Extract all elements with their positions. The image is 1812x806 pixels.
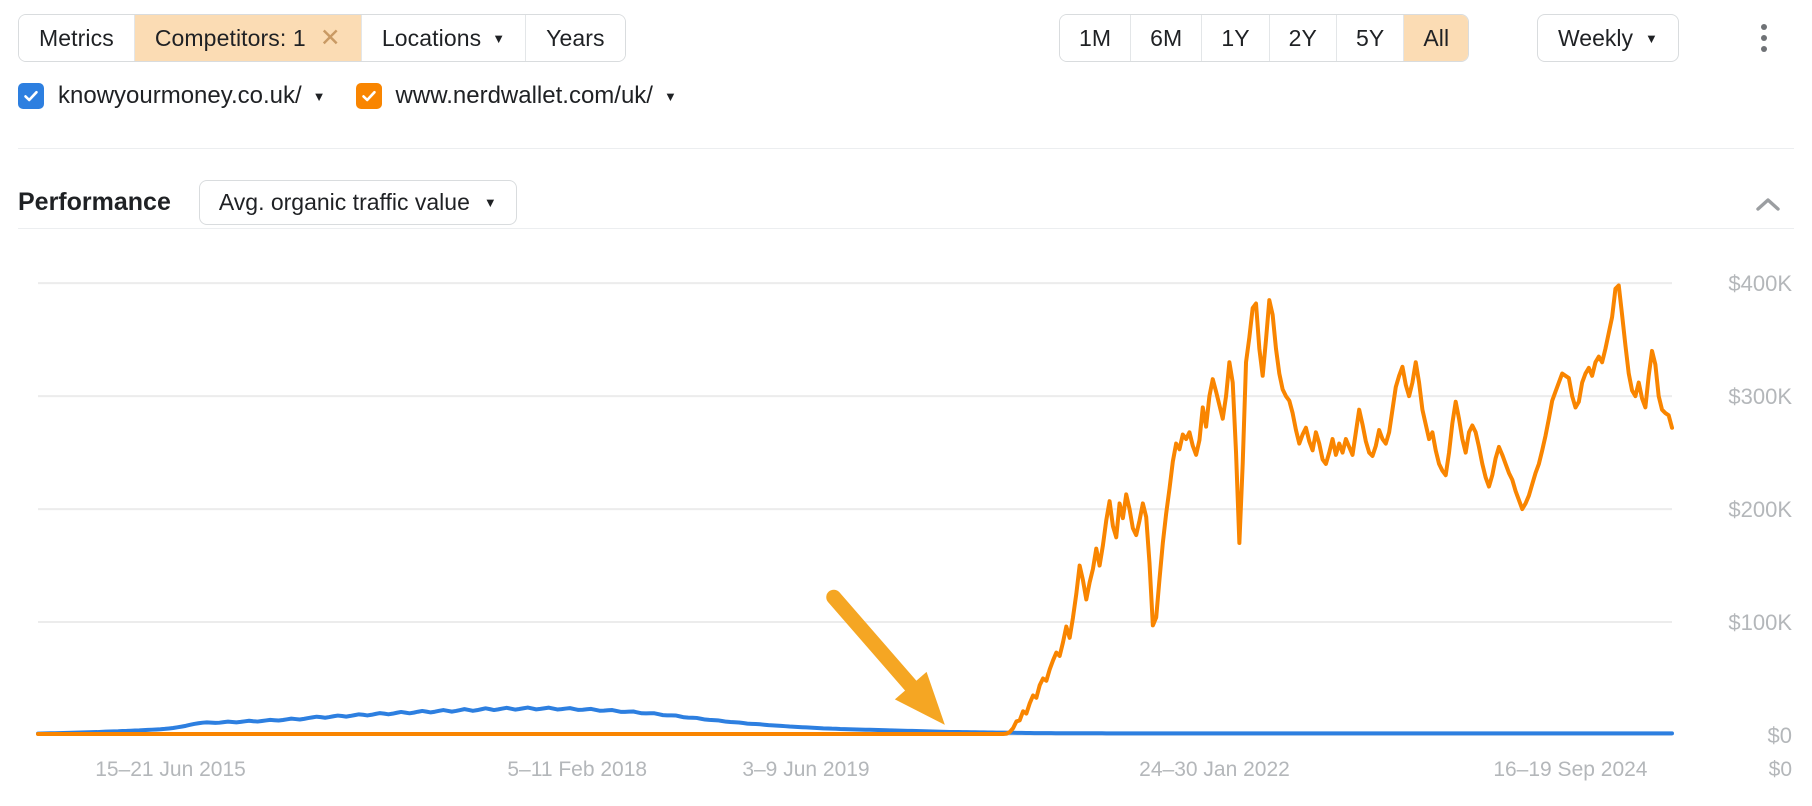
chevron-down-icon[interactable]: ▼ [313,90,326,103]
metric-dropdown[interactable]: Avg. organic traffic value ▼ [198,180,517,225]
annotation-arrow-shaft [826,589,924,700]
x-axis-tick-label: 5–11 Feb 2018 [507,758,647,781]
close-icon[interactable]: ✕ [320,25,341,51]
y-axis-tick-label: $300K [1728,384,1792,409]
range-6m[interactable]: 6M [1131,15,1203,61]
series-line [36,705,1674,736]
range-5y[interactable]: 5Y [1337,15,1405,61]
y-axis-zero-label: $0 [1769,758,1792,781]
filter-tab-years[interactable]: Years [526,15,625,61]
range-1y-label: 1Y [1221,24,1250,51]
legend-item-label: knowyourmoney.co.uk/ [58,82,302,109]
chevron-down-icon: ▼ [492,30,506,46]
x-axis-tick-label: 24–30 Jan 2022 [1139,758,1290,781]
performance-chart[interactable]: $0 $100K $200K $300K $400K 15–21 Jun 2015 5–1… [0,228,1812,806]
chevron-down-icon[interactable]: ▼ [664,90,677,103]
legend-item-knowyourmoney[interactable]: knowyourmoney.co.uk/ ▼ [18,82,326,110]
more-options-icon[interactable] [1744,17,1784,59]
range-1m[interactable]: 1M [1060,15,1132,61]
range-6m-label: 6M [1150,24,1183,51]
range-1y[interactable]: 1Y [1202,15,1270,61]
filter-tab-metrics[interactable]: Metrics [19,15,135,61]
range-all[interactable]: All [1404,15,1469,61]
granularity-dropdown[interactable]: Weekly ▼ [1537,14,1679,62]
chevron-down-icon: ▼ [483,195,497,210]
chart-x-axis-labels: 15–21 Jun 2015 5–11 Feb 2018 3–9 Jun 2019 2… [95,758,1792,781]
legend-item-label: www.nerdwallet.com/uk/ [395,82,653,109]
checkbox-checked-icon[interactable] [18,83,44,109]
filter-tab-locations-label: Locations [381,24,482,51]
collapse-section-button[interactable] [1748,188,1788,222]
filter-tab-locations[interactable]: Locations ▼ [361,15,527,61]
y-axis-tick-label: $200K [1728,497,1792,522]
filter-tab-competitors-label: Competitors: 1 [154,24,306,51]
legend-item-nerdwallet[interactable]: www.nerdwallet.com/uk/ ▼ [355,82,677,110]
x-axis-tick-label: 3–9 Jun 2019 [742,758,869,781]
range-2y-label: 2Y [1288,24,1317,51]
x-axis-tick-label: 16–19 Sep 2024 [1493,758,1647,781]
chevron-up-icon [1756,198,1780,211]
page-title: Performance [18,188,171,216]
kebab-dot [1761,35,1767,41]
filter-tab-group: Metrics Competitors: 1 ✕ Locations ▼ Yea… [18,14,626,62]
kebab-dot [1761,46,1767,52]
filter-tab-metrics-label: Metrics [39,24,114,51]
range-2y[interactable]: 2Y [1269,15,1337,61]
chart-y-axis-labels: $0 $100K $200K $300K $400K [1728,271,1792,748]
x-axis-tick-label: 15–21 Jun 2015 [95,758,246,781]
date-range-group: 1M 6M 1Y 2Y 5Y All [1059,14,1470,62]
range-1m-label: 1M [1079,24,1112,51]
kebab-dot [1761,24,1767,30]
granularity-label: Weekly [1558,24,1633,51]
y-axis-tick-label: $100K [1728,610,1792,635]
chart-svg: $0 $100K $200K $300K $400K 15–21 Jun 2015 5–1… [36,271,1792,781]
metric-dropdown-label: Avg. organic traffic value [218,189,470,215]
range-all-label: All [1423,24,1450,51]
y-axis-tick-label: $400K [1728,271,1792,296]
filter-tab-years-label: Years [546,24,605,51]
checkbox-checked-icon[interactable] [355,83,382,109]
range-5y-label: 5Y [1356,24,1385,51]
section-divider [18,148,1794,149]
y-axis-tick-label: $0 [1768,723,1792,748]
filter-tab-competitors[interactable]: Competitors: 1 ✕ [134,15,362,61]
chart-gridlines [38,282,1672,736]
top-toolbar: Metrics Competitors: 1 ✕ Locations ▼ Yea… [0,0,1812,78]
series-legend: knowyourmoney.co.uk/ ▼ www.nerdwallet.co… [18,82,707,110]
chart-annotation-arrow [826,589,945,725]
chevron-down-icon: ▼ [1645,30,1658,46]
performance-header: Performance Avg. organic traffic value ▼ [18,180,517,225]
